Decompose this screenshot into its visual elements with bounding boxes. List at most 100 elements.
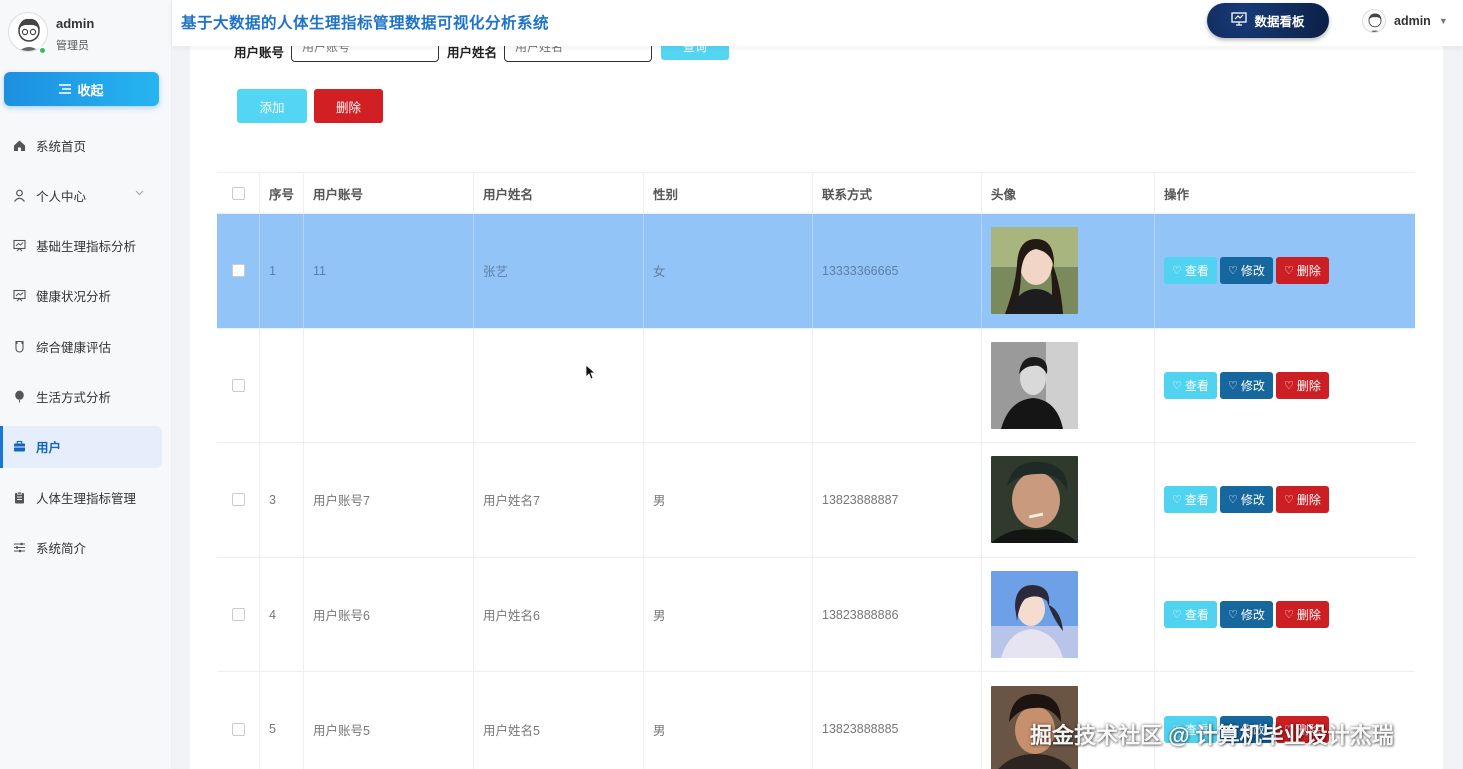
sidebar-item-health-evaluation[interactable]: 综合健康评估 (0, 325, 172, 367)
cell-account: 用户账号7 (304, 443, 474, 557)
heart-icon: ♡ (1228, 494, 1238, 507)
delete-button[interactable]: ♡ 删除 (1276, 601, 1329, 629)
collapse-button[interactable]: 收起 (4, 72, 159, 106)
sidebar-nav: 系统首页 个人中心 基础生理指标分析 健康状况分析 综合健康评估 生活方式分析 (0, 124, 172, 577)
delete-button[interactable]: ♡ 删除 (1276, 486, 1329, 514)
table-row[interactable]: 4 用户账号6 用户姓名6 男 13823888886 ♡ 查看 ♡ 修改 ♡ … (217, 557, 1415, 673)
sidebar-item-system-intro[interactable]: 系统简介 (0, 526, 172, 568)
sidebar-item-label: 系统首页 (36, 139, 87, 154)
account-label: 用户账号 (234, 46, 285, 60)
batch-delete-button[interactable]: 删除 (314, 89, 383, 123)
sidebar-item-health-status[interactable]: 健康状况分析 (0, 275, 172, 317)
sliders-icon (12, 540, 26, 554)
delete-button[interactable]: ♡ 删除 (1276, 257, 1329, 285)
avatar (1362, 9, 1386, 33)
cell-gender (644, 328, 813, 443)
chevron-down-icon (135, 188, 144, 199)
heart-icon: ♡ (1284, 494, 1294, 507)
select-all-checkbox[interactable] (231, 186, 245, 200)
table-header: 序号 用户账号 用户姓名 性别 联系方式 头像 操作 (217, 172, 1415, 214)
view-button[interactable]: ♡ 查看 (1164, 601, 1217, 629)
cell-gender: 男 (644, 557, 813, 672)
sidebar: admin 管理员 收起 系统首页 个人中心 基础生理指标分析 健康状况分析 综… (0, 0, 172, 769)
delete-label: 删除 (1296, 378, 1321, 393)
edit-label: 修改 (1240, 493, 1265, 508)
person-icon (12, 188, 26, 202)
cell-phone: 13823888887 (813, 443, 982, 557)
edit-button[interactable]: ♡ 修改 (1220, 601, 1273, 629)
cell-name: 用户姓名5 (474, 672, 644, 769)
user-photo (991, 341, 1078, 429)
delete-button[interactable]: ♡ 删除 (1276, 371, 1329, 399)
edit-button[interactable]: ♡ 修改 (1220, 371, 1273, 399)
profile-name: admin (56, 16, 95, 31)
mouse-cursor-icon (585, 364, 597, 380)
cell-phone: 13823888886 (813, 557, 982, 672)
column-header: 用户姓名 (474, 173, 644, 213)
row-checkbox[interactable] (231, 378, 245, 392)
row-checkbox[interactable] (231, 722, 245, 736)
user-photo (991, 456, 1078, 544)
sidebar-item-lifestyle[interactable]: 生活方式分析 (0, 375, 172, 417)
cell-gender: 女 (644, 214, 813, 328)
edit-label: 修改 (1240, 608, 1265, 623)
row-checkbox[interactable] (231, 264, 245, 278)
cell-phone: 13823888885 (813, 672, 982, 769)
delete-label: 删除 (1296, 608, 1321, 623)
monitor-icon (1231, 12, 1248, 29)
online-status-dot (38, 46, 47, 55)
sidebar-item-basic-physiology[interactable]: 基础生理指标分析 (0, 225, 172, 267)
heart-icon: ♡ (1172, 494, 1182, 507)
cell-index: 4 (260, 557, 304, 672)
heart-icon: ♡ (1228, 609, 1238, 622)
sidebar-item-users[interactable]: 用户 (0, 425, 162, 468)
name-label: 用户姓名 (447, 46, 498, 60)
user-name: admin (1394, 14, 1431, 28)
user-menu[interactable]: admin ▼ (1362, 8, 1448, 34)
edit-button[interactable]: ♡ 修改 (1220, 486, 1273, 514)
table-row[interactable]: 1 11 张艺 女 13333366665 ♡ 查看 ♡ 修改 ♡ 删除 (217, 214, 1415, 329)
sidebar-item-label: 基础生理指标分析 (36, 240, 137, 255)
cell-gender: 男 (644, 672, 813, 769)
heart-icon: ♡ (1172, 609, 1182, 622)
table-row[interactable]: 3 用户账号7 用户姓名7 男 13823888887 ♡ 查看 ♡ 修改 ♡ … (217, 443, 1415, 558)
sidebar-item-physiology-management[interactable]: 人体生理指标管理 (0, 476, 172, 518)
query-button[interactable]: 查询 (661, 46, 729, 60)
column-header: 序号 (260, 173, 304, 213)
column-header: 用户账号 (304, 173, 474, 213)
row-checkbox[interactable] (231, 493, 245, 507)
column-header: 联系方式 (813, 173, 982, 213)
cell-phone (813, 328, 982, 443)
sidebar-item-label: 个人中心 (36, 189, 87, 204)
view-label: 查看 (1184, 378, 1209, 393)
cell-phone: 13333366665 (813, 214, 982, 328)
dashboard-label: 数据看板 (1254, 15, 1305, 29)
chart-board-icon (12, 239, 26, 253)
main-card: 用户账号 用户姓名 查询 添加 删除 序号 用户账号 用户姓名 性别 联系方式 … (190, 46, 1443, 769)
account-search-input[interactable] (291, 46, 439, 62)
cell-gender: 男 (644, 443, 813, 557)
sidebar-item-label: 用户 (36, 441, 62, 456)
view-button[interactable]: ♡ 查看 (1164, 257, 1217, 285)
profile-block[interactable]: admin 管理员 (8, 10, 168, 60)
menu-lines-icon (59, 82, 72, 97)
view-button[interactable]: ♡ 查看 (1164, 371, 1217, 399)
dashboard-button[interactable]: 数据看板 (1207, 3, 1329, 38)
sidebar-item-label: 系统简介 (36, 541, 87, 556)
table-row[interactable]: ♡ 查看 ♡ 修改 ♡ 删除 (217, 328, 1415, 444)
sidebar-item-personal-center[interactable]: 个人中心 (0, 174, 172, 216)
view-button[interactable]: ♡ 查看 (1164, 486, 1217, 514)
cell-index: 1 (260, 214, 304, 328)
name-search-input[interactable] (504, 46, 652, 62)
heart-icon: ♡ (1228, 265, 1238, 278)
sidebar-item-label: 综合健康评估 (36, 340, 112, 355)
sidebar-item-home[interactable]: 系统首页 (0, 124, 172, 166)
page-title: 基于大数据的人体生理指标管理数据可视化分析系统 (181, 15, 550, 32)
row-checkbox[interactable] (231, 608, 245, 622)
clipboard-icon (12, 490, 26, 504)
edit-button[interactable]: ♡ 修改 (1220, 257, 1273, 285)
cell-account (304, 328, 474, 443)
profile-role: 管理员 (56, 40, 89, 52)
chart-board-icon (12, 289, 26, 303)
add-button[interactable]: 添加 (237, 89, 307, 123)
